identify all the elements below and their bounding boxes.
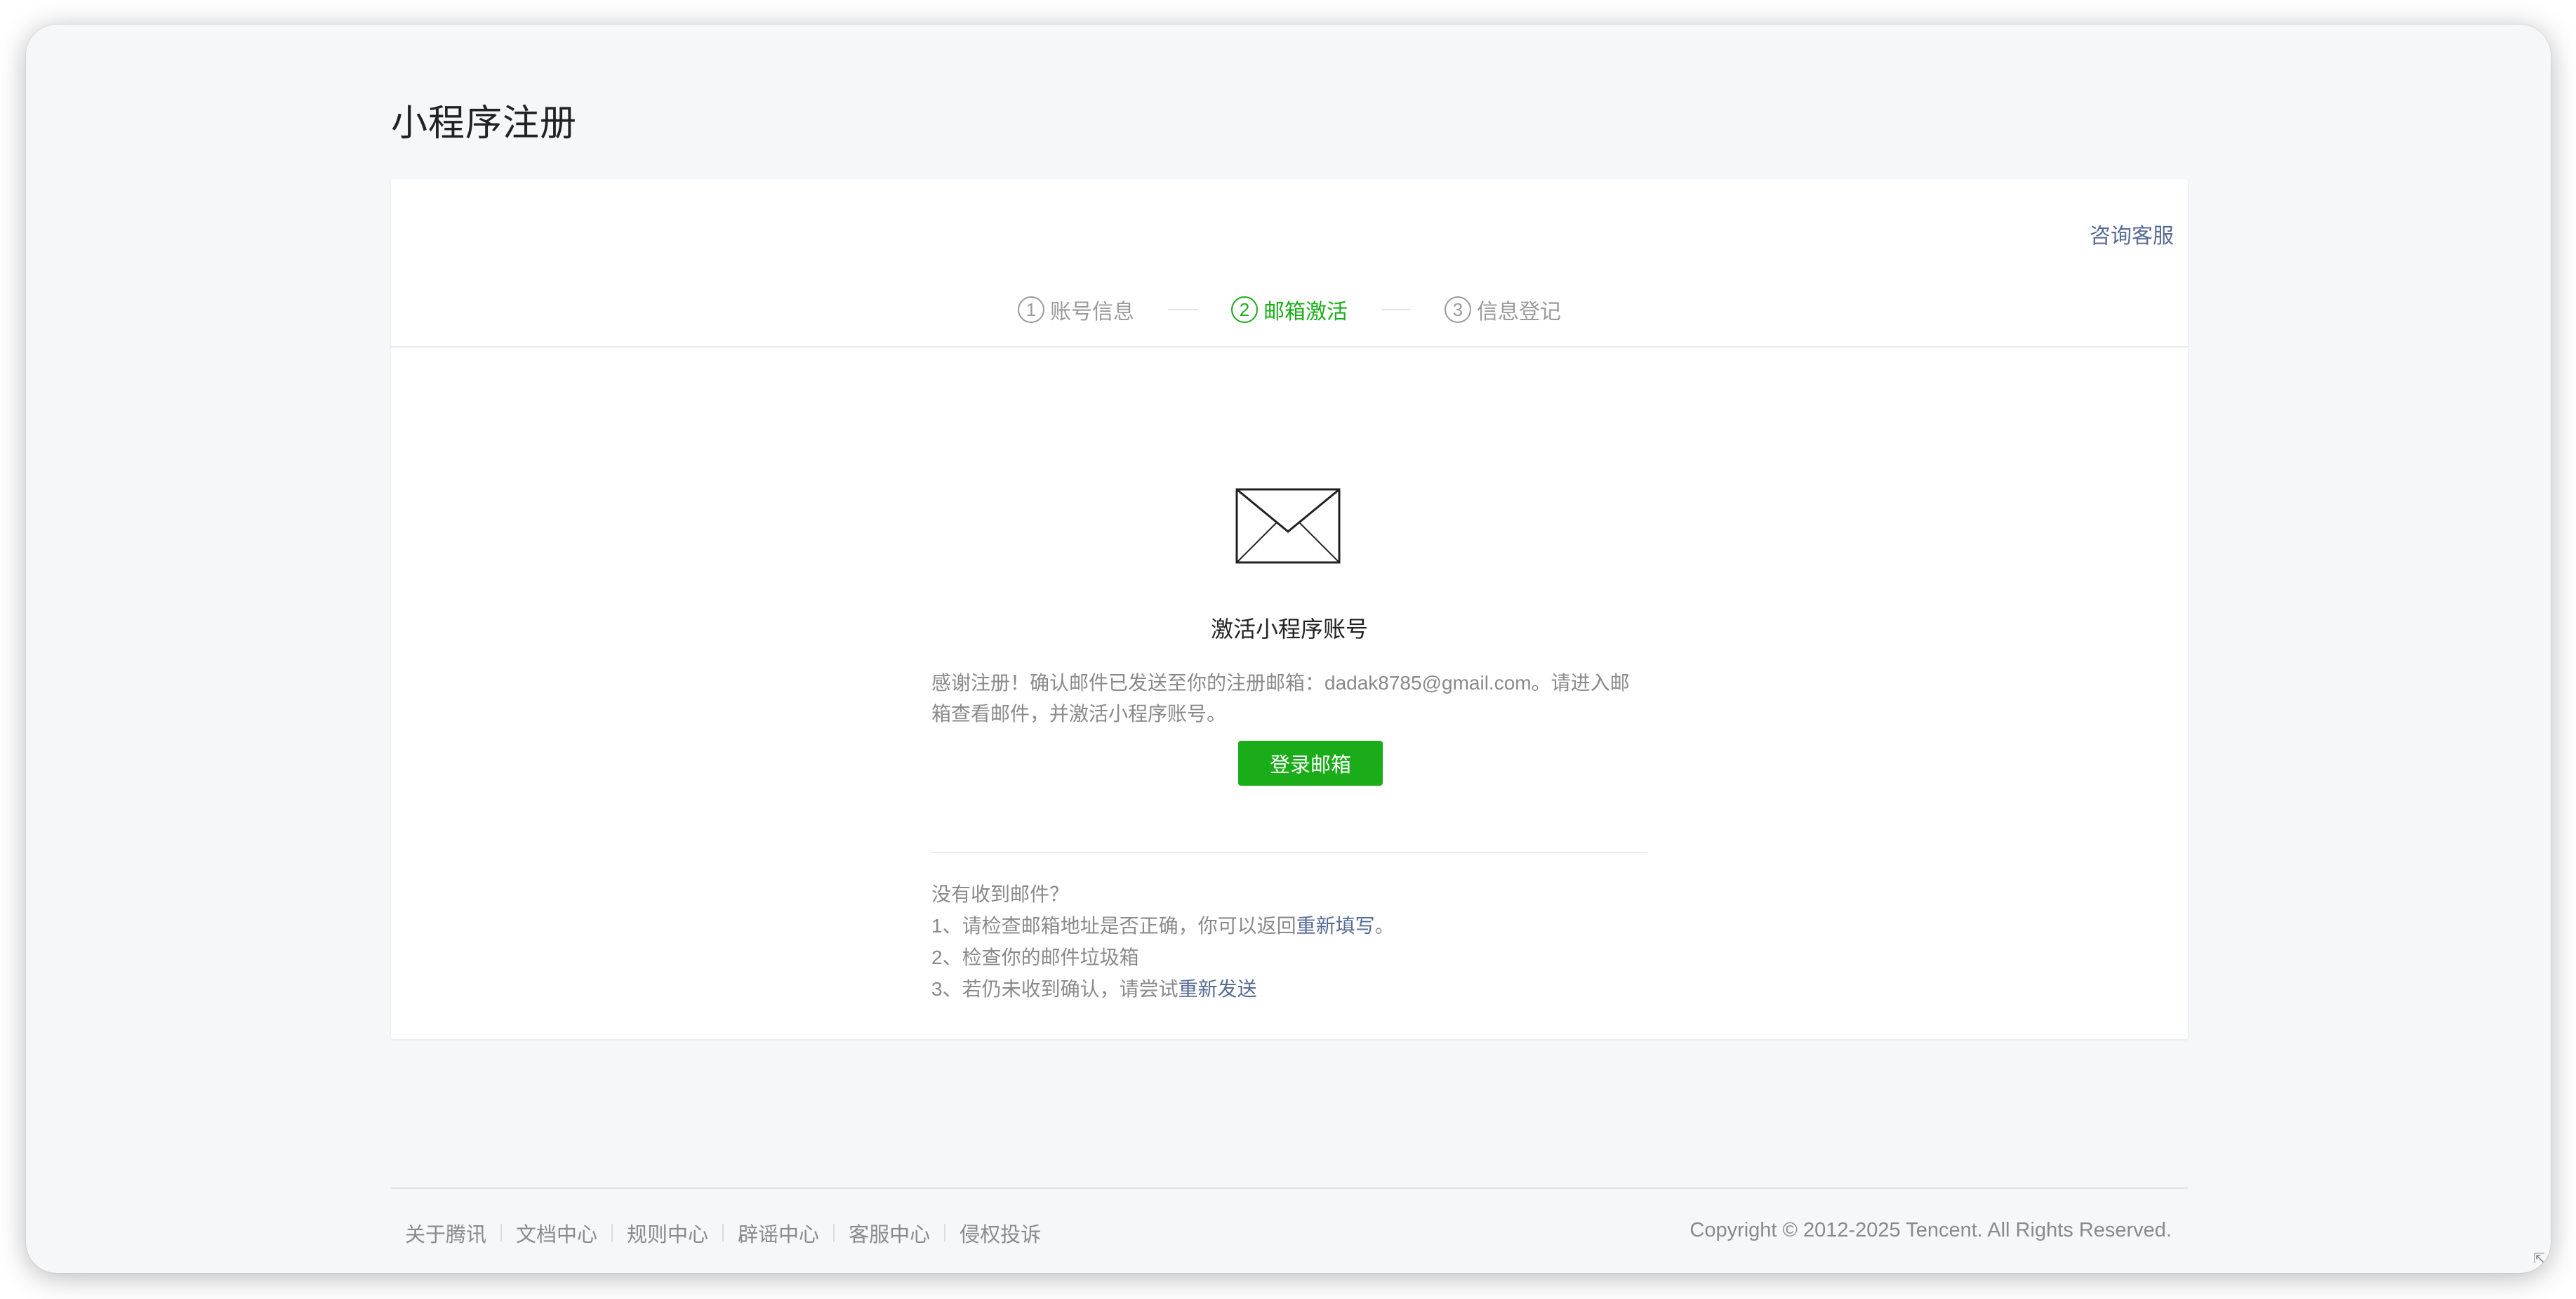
help-item-1: 1、请检查邮箱地址是否正确，你可以返回重新填写。 bbox=[931, 910, 1647, 942]
footer-link-support[interactable]: 客服中心 bbox=[849, 1218, 930, 1248]
resize-handle-icon[interactable]: ⇱ bbox=[2533, 1250, 2545, 1267]
step-info-registration: 3 信息登记 bbox=[1445, 294, 1561, 325]
step-label: 邮箱激活 bbox=[1263, 301, 1348, 324]
step-connector bbox=[1168, 309, 1197, 310]
step-connector bbox=[1381, 309, 1411, 310]
help-item-2: 2、检查你的邮件垃圾箱 bbox=[931, 947, 1139, 968]
help-heading: 没有收到邮件？ bbox=[931, 883, 1070, 905]
page-title: 小程序注册 bbox=[391, 103, 578, 144]
help-item-1-suffix: 。 bbox=[1374, 915, 1395, 937]
activation-description: 感谢注册！确认邮件已发送至你的注册邮箱：dadak8785@gmail.com。… bbox=[931, 672, 1630, 725]
step-indicator: 1 账号信息 2 邮箱激活 3 信息登记 bbox=[391, 293, 2188, 327]
activate-title: 激活小程序账号 bbox=[1210, 616, 1368, 642]
footer-separator bbox=[944, 1224, 946, 1242]
footer-separator bbox=[833, 1224, 835, 1242]
consult-support-link[interactable]: 咨询客服 bbox=[2090, 218, 2174, 249]
registration-card: 咨询客服 1 账号信息 2 邮箱激活 3 信息登记 激活小程序账号 感谢注册！确… bbox=[391, 179, 2188, 1039]
header-divider bbox=[391, 346, 2188, 348]
content-divider bbox=[931, 852, 1647, 853]
help-item-3: 3、若仍未收到确认，请尝试重新发送 bbox=[931, 973, 1647, 1005]
refill-link[interactable]: 重新填写 bbox=[1296, 915, 1375, 937]
envelope-icon bbox=[1235, 488, 1341, 564]
step-label: 信息登记 bbox=[1477, 301, 1561, 324]
footer-link-about-tencent[interactable]: 关于腾讯 bbox=[405, 1218, 486, 1248]
help-item-1-text: 1、请检查邮箱地址是否正确，你可以返回 bbox=[931, 915, 1296, 937]
help-section: 没有收到邮件？ 1、请检查邮箱地址是否正确，你可以返回重新填写。 2、检查你的邮… bbox=[931, 878, 1647, 1005]
footer-link-docs[interactable]: 文档中心 bbox=[516, 1218, 597, 1248]
footer-separator bbox=[500, 1224, 503, 1242]
resend-link[interactable]: 重新发送 bbox=[1179, 978, 1257, 1000]
step-number: 2 bbox=[1231, 296, 1258, 323]
step-email-activation: 2 邮箱激活 bbox=[1231, 294, 1348, 325]
footer-link-rules[interactable]: 规则中心 bbox=[627, 1218, 708, 1248]
step-account-info: 1 账号信息 bbox=[1018, 294, 1134, 325]
step-number: 1 bbox=[1018, 296, 1044, 323]
footer-links: 关于腾讯 文档中心 规则中心 辟谣中心 客服中心 侵权投诉 bbox=[405, 1218, 1041, 1248]
footer-divider bbox=[391, 1187, 2188, 1189]
footer-link-rumor[interactable]: 辟谣中心 bbox=[738, 1218, 819, 1248]
step-label: 账号信息 bbox=[1050, 301, 1134, 324]
step-number: 3 bbox=[1445, 296, 1471, 323]
footer-separator bbox=[611, 1224, 613, 1242]
help-item-3-text: 3、若仍未收到确认，请尝试 bbox=[931, 978, 1179, 1000]
login-email-button[interactable]: 登录邮箱 bbox=[1238, 741, 1383, 786]
footer-separator bbox=[722, 1224, 724, 1242]
footer-link-infringement[interactable]: 侵权投诉 bbox=[960, 1218, 1041, 1248]
copyright-text: Copyright © 2012-2025 Tencent. All Right… bbox=[1689, 1219, 2172, 1241]
browser-window: 小程序注册 咨询客服 1 账号信息 2 邮箱激活 3 信息登记 激活小程序账号 … bbox=[26, 25, 2551, 1273]
